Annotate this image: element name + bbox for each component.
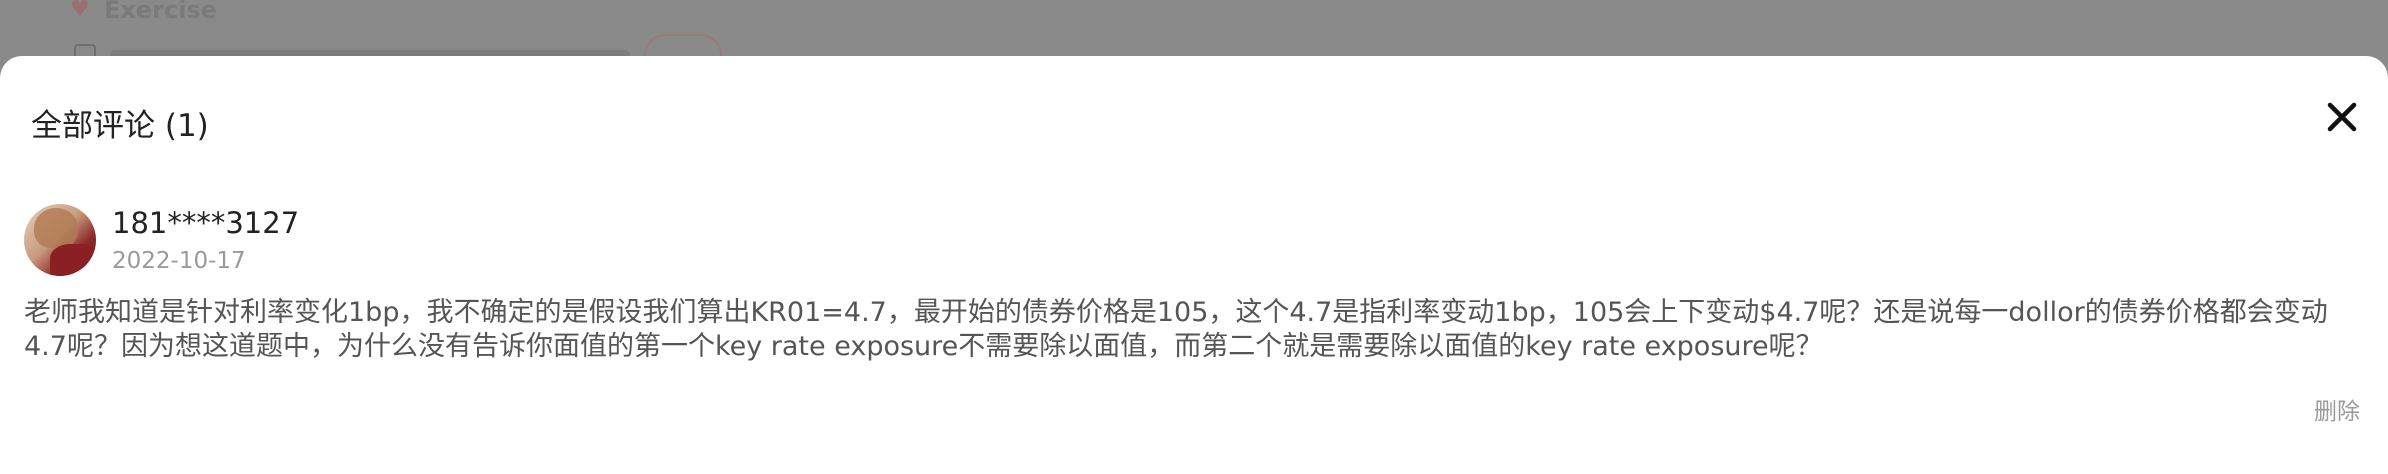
heart-icon: ♥ xyxy=(70,0,90,22)
comments-sheet: 全部评论 (1) 181****3127 2022-10-17 老师我知道是针对… xyxy=(0,56,2388,474)
close-button[interactable] xyxy=(2324,99,2360,135)
close-icon xyxy=(2327,102,2357,132)
avatar-clothing xyxy=(50,244,96,276)
comment-text: 老师我知道是针对利率变化1bp，我不确定的是假设我们算出KR01=4.7，最开始… xyxy=(24,297,2328,362)
background-section-header: ♥ Exercise xyxy=(70,0,217,24)
comment-date: 2022-10-17 xyxy=(112,248,246,274)
comment-username: 181****3127 xyxy=(112,206,300,240)
avatar-hair xyxy=(34,208,78,248)
background-section-title: Exercise xyxy=(104,0,218,24)
sheet-title: 全部评论 (1) xyxy=(31,108,209,144)
avatar[interactable] xyxy=(24,204,96,276)
delete-button[interactable]: 删除 xyxy=(2314,392,2360,426)
